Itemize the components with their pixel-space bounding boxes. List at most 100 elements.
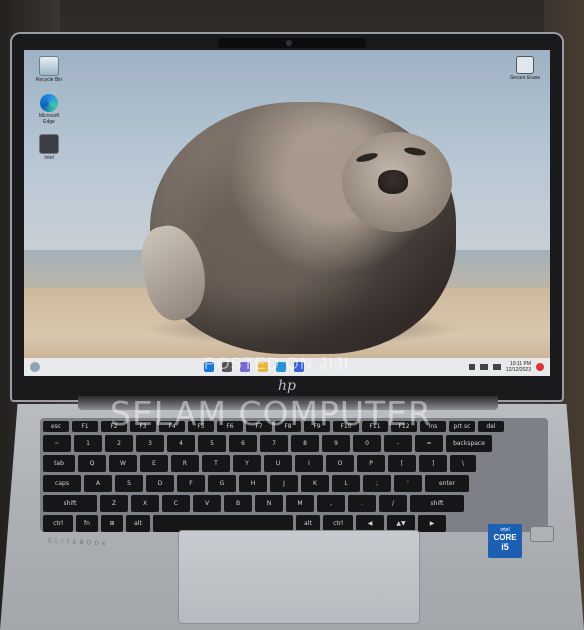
key[interactable]: X	[131, 495, 159, 512]
key[interactable]: \	[450, 455, 476, 472]
badge-line1: CORE	[493, 533, 517, 542]
watermark-seller: SELAM COMPUTER	[110, 394, 432, 433]
key[interactable]: esc	[43, 421, 69, 432]
chevron-up-icon[interactable]	[468, 364, 475, 370]
key[interactable]: 9	[322, 435, 350, 452]
key[interactable]: H	[239, 475, 267, 492]
key[interactable]: M	[286, 495, 314, 512]
key[interactable]: N	[255, 495, 283, 512]
clock-date: 12/12/2023	[505, 367, 531, 373]
key[interactable]: prt sc	[449, 421, 475, 432]
key[interactable]: D	[146, 475, 174, 492]
desktop-icon-label: Intel	[44, 155, 54, 161]
badge-line2: i5	[501, 542, 509, 552]
key[interactable]: J	[270, 475, 298, 492]
keyboard-row-qwerty: tab Q W E R T Y U I O P[] \	[43, 455, 545, 472]
key[interactable]: C	[162, 495, 190, 512]
key[interactable]: W	[109, 455, 137, 472]
key[interactable]: Y	[233, 455, 261, 472]
key[interactable]: caps	[43, 475, 81, 492]
webcam-icon	[218, 38, 366, 48]
key[interactable]: backspace	[446, 435, 492, 452]
key[interactable]: B	[224, 495, 252, 512]
key[interactable]: del	[478, 421, 504, 432]
keyboard-row-home: caps A S D F G H J K L; ' enter	[43, 475, 545, 492]
desktop-icon-label: Recycle Bin	[35, 77, 63, 83]
recycle-bin-icon	[39, 56, 59, 76]
key[interactable]: Z	[100, 495, 128, 512]
key[interactable]: [	[388, 455, 416, 472]
keyboard-row-numbers: ~1 2 3 4 5 6 7 8 9 0- = backspace	[43, 435, 545, 452]
desktop-icon-app[interactable]: Intel	[34, 134, 64, 161]
key[interactable]: '	[394, 475, 422, 492]
key[interactable]: ▶	[418, 515, 446, 532]
hp-logo: hp	[278, 378, 296, 394]
key[interactable]: P	[357, 455, 385, 472]
key[interactable]: tab	[43, 455, 75, 472]
shield-icon	[516, 56, 534, 74]
key[interactable]: 3	[136, 435, 164, 452]
key[interactable]: ⊞	[101, 515, 123, 532]
notification-icon[interactable]	[536, 363, 544, 371]
key[interactable]: -	[384, 435, 412, 452]
key[interactable]: alt	[126, 515, 150, 532]
key[interactable]: V	[193, 495, 221, 512]
intel-badge: intel CORE i5	[488, 524, 522, 558]
edge-icon	[40, 94, 58, 112]
key[interactable]: F	[177, 475, 205, 492]
key[interactable]: T	[202, 455, 230, 472]
key[interactable]: shift	[43, 495, 97, 512]
desktop-icon-label: Secure Erase	[509, 75, 541, 81]
key[interactable]: O	[326, 455, 354, 472]
desktop-icon-label: Microsoft Edge	[38, 113, 60, 125]
keyboard-row-shift: shift Z X C V B N M,. / shift	[43, 495, 545, 512]
key[interactable]: shift	[410, 495, 464, 512]
key[interactable]: Q	[78, 455, 106, 472]
taskbar-clock[interactable]: 10:11 PM 12/12/2023	[506, 361, 531, 373]
key[interactable]: 4	[167, 435, 195, 452]
key[interactable]: ,	[317, 495, 345, 512]
touchpad[interactable]	[178, 530, 420, 624]
desktop-icon-edge[interactable]: Microsoft Edge	[34, 94, 64, 125]
app-icon	[39, 134, 59, 154]
keyboard: esc F1 F2 F3 F4 F5 F6 F7 F8 F9 F10 F11 F12 ins prt sc d…	[40, 418, 548, 532]
wifi-icon[interactable]	[479, 364, 488, 370]
key[interactable]: 5	[198, 435, 226, 452]
speaker-icon[interactable]	[492, 364, 501, 370]
key[interactable]: G	[208, 475, 236, 492]
key[interactable]: =	[415, 435, 443, 452]
key[interactable]: L	[332, 475, 360, 492]
key[interactable]: 2	[105, 435, 133, 452]
key[interactable]: 1	[74, 435, 102, 452]
key[interactable]: I	[295, 455, 323, 472]
watermark-posted: POSTED ON JIJI	[204, 354, 350, 373]
key[interactable]: K	[301, 475, 329, 492]
laptop-photo: Recycle Bin Microsoft Edge Intel Secure …	[0, 0, 584, 630]
key[interactable]: 0	[353, 435, 381, 452]
key[interactable]: /	[379, 495, 407, 512]
key[interactable]: ~	[43, 435, 71, 452]
key[interactable]: E	[140, 455, 168, 472]
fingerprint-sensor-icon	[530, 526, 554, 542]
key[interactable]: enter	[425, 475, 469, 492]
key[interactable]: S	[115, 475, 143, 492]
key[interactable]: A	[84, 475, 112, 492]
key[interactable]: 8	[291, 435, 319, 452]
system-tray: 10:11 PM 12/12/2023	[468, 361, 544, 373]
laptop-screen: Recycle Bin Microsoft Edge Intel Secure …	[24, 50, 550, 376]
desktop-icon-recycle-bin[interactable]: Recycle Bin	[34, 56, 64, 83]
key[interactable]: 7	[260, 435, 288, 452]
weather-icon[interactable]	[30, 362, 40, 372]
seal-nose	[378, 170, 408, 194]
key[interactable]: ]	[419, 455, 447, 472]
laptop-lid: Recycle Bin Microsoft Edge Intel Secure …	[10, 32, 564, 402]
key[interactable]: U	[264, 455, 292, 472]
key[interactable]: F1	[72, 421, 98, 432]
desktop-icon-secure-erase[interactable]: Secure Erase	[508, 56, 542, 81]
key[interactable]: fn	[76, 515, 98, 532]
key[interactable]: .	[348, 495, 376, 512]
key[interactable]: 6	[229, 435, 257, 452]
key[interactable]: R	[171, 455, 199, 472]
key[interactable]: ctrl	[43, 515, 73, 532]
key[interactable]: ;	[363, 475, 391, 492]
